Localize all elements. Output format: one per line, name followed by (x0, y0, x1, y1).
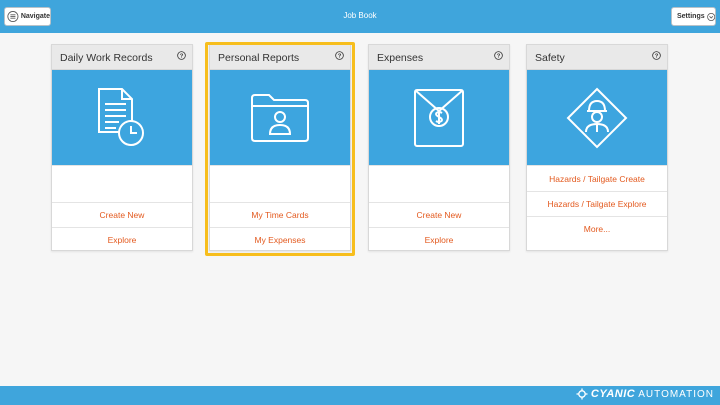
svg-text:?: ? (655, 54, 659, 60)
link-my-time-cards[interactable]: My Time Cards (210, 202, 350, 227)
link-explore[interactable]: Explore (52, 227, 192, 252)
card-header: Expenses ? (369, 45, 509, 70)
card-safety: Safety ? Hazards / Tailgate Create Hazar… (526, 44, 668, 251)
brand-logo: CYANIC AUTOMATION (576, 388, 714, 400)
card-header: Safety ? (527, 45, 667, 70)
card-image[interactable] (527, 70, 667, 165)
card-title: Safety (535, 52, 565, 64)
link-more[interactable]: More... (527, 216, 667, 241)
help-icon[interactable]: ? (494, 51, 503, 60)
footer-bar: CYANIC AUTOMATION (0, 386, 720, 405)
brand-name: CYANIC (590, 388, 636, 400)
help-icon[interactable]: ? (652, 51, 661, 60)
link-hazards-create[interactable]: Hazards / Tailgate Create (527, 166, 667, 191)
help-icon[interactable]: ? (335, 51, 344, 60)
brand-suffix: AUTOMATION (638, 388, 714, 400)
card-expenses: Expenses ? Create New Explore (368, 44, 510, 251)
card-title: Expenses (377, 52, 424, 64)
link-my-expenses[interactable]: My Expenses (210, 227, 350, 252)
card-header: Daily Work Records ? (52, 45, 192, 70)
card-links: Create New Explore (52, 165, 192, 252)
card-image[interactable] (52, 70, 192, 165)
card-title: Daily Work Records (60, 52, 153, 64)
folder-person-icon (251, 93, 309, 142)
card-header: Personal Reports ? (210, 45, 350, 70)
card-daily-work-records: Daily Work Records ? Create New Explore (51, 44, 193, 251)
link-create-new[interactable]: Create New (369, 202, 509, 227)
link-create-new[interactable]: Create New (52, 202, 192, 227)
help-icon[interactable]: ? (177, 51, 186, 60)
document-clock-icon (98, 87, 144, 146)
card-personal-reports: Personal Reports ? My Time Cards My Expe… (209, 44, 351, 251)
card-image[interactable] (210, 70, 350, 165)
card-title: Personal Reports (218, 52, 300, 64)
card-links: Create New Explore (369, 165, 509, 252)
card-links: Hazards / Tailgate Create Hazards / Tail… (527, 165, 667, 241)
settings-button[interactable]: Settings (671, 7, 716, 26)
page-title: Job Book (343, 11, 377, 20)
svg-text:?: ? (338, 54, 342, 60)
link-hazards-explore[interactable]: Hazards / Tailgate Explore (527, 191, 667, 216)
empty-slot (52, 166, 192, 202)
svg-text:?: ? (180, 54, 184, 60)
card-links: My Time Cards My Expenses (210, 165, 350, 252)
worker-sign-icon (566, 87, 628, 148)
settings-label: Settings (677, 13, 705, 20)
card-image[interactable] (369, 70, 509, 165)
top-bar: Navigate Job Book Settings (0, 0, 720, 33)
svg-text:?: ? (497, 54, 501, 60)
link-explore[interactable]: Explore (369, 227, 509, 252)
chevron-down-icon (706, 12, 715, 21)
envelope-dollar-icon (414, 88, 464, 147)
gear-logo-icon (576, 388, 588, 400)
empty-slot (369, 166, 509, 202)
empty-slot (210, 166, 350, 202)
